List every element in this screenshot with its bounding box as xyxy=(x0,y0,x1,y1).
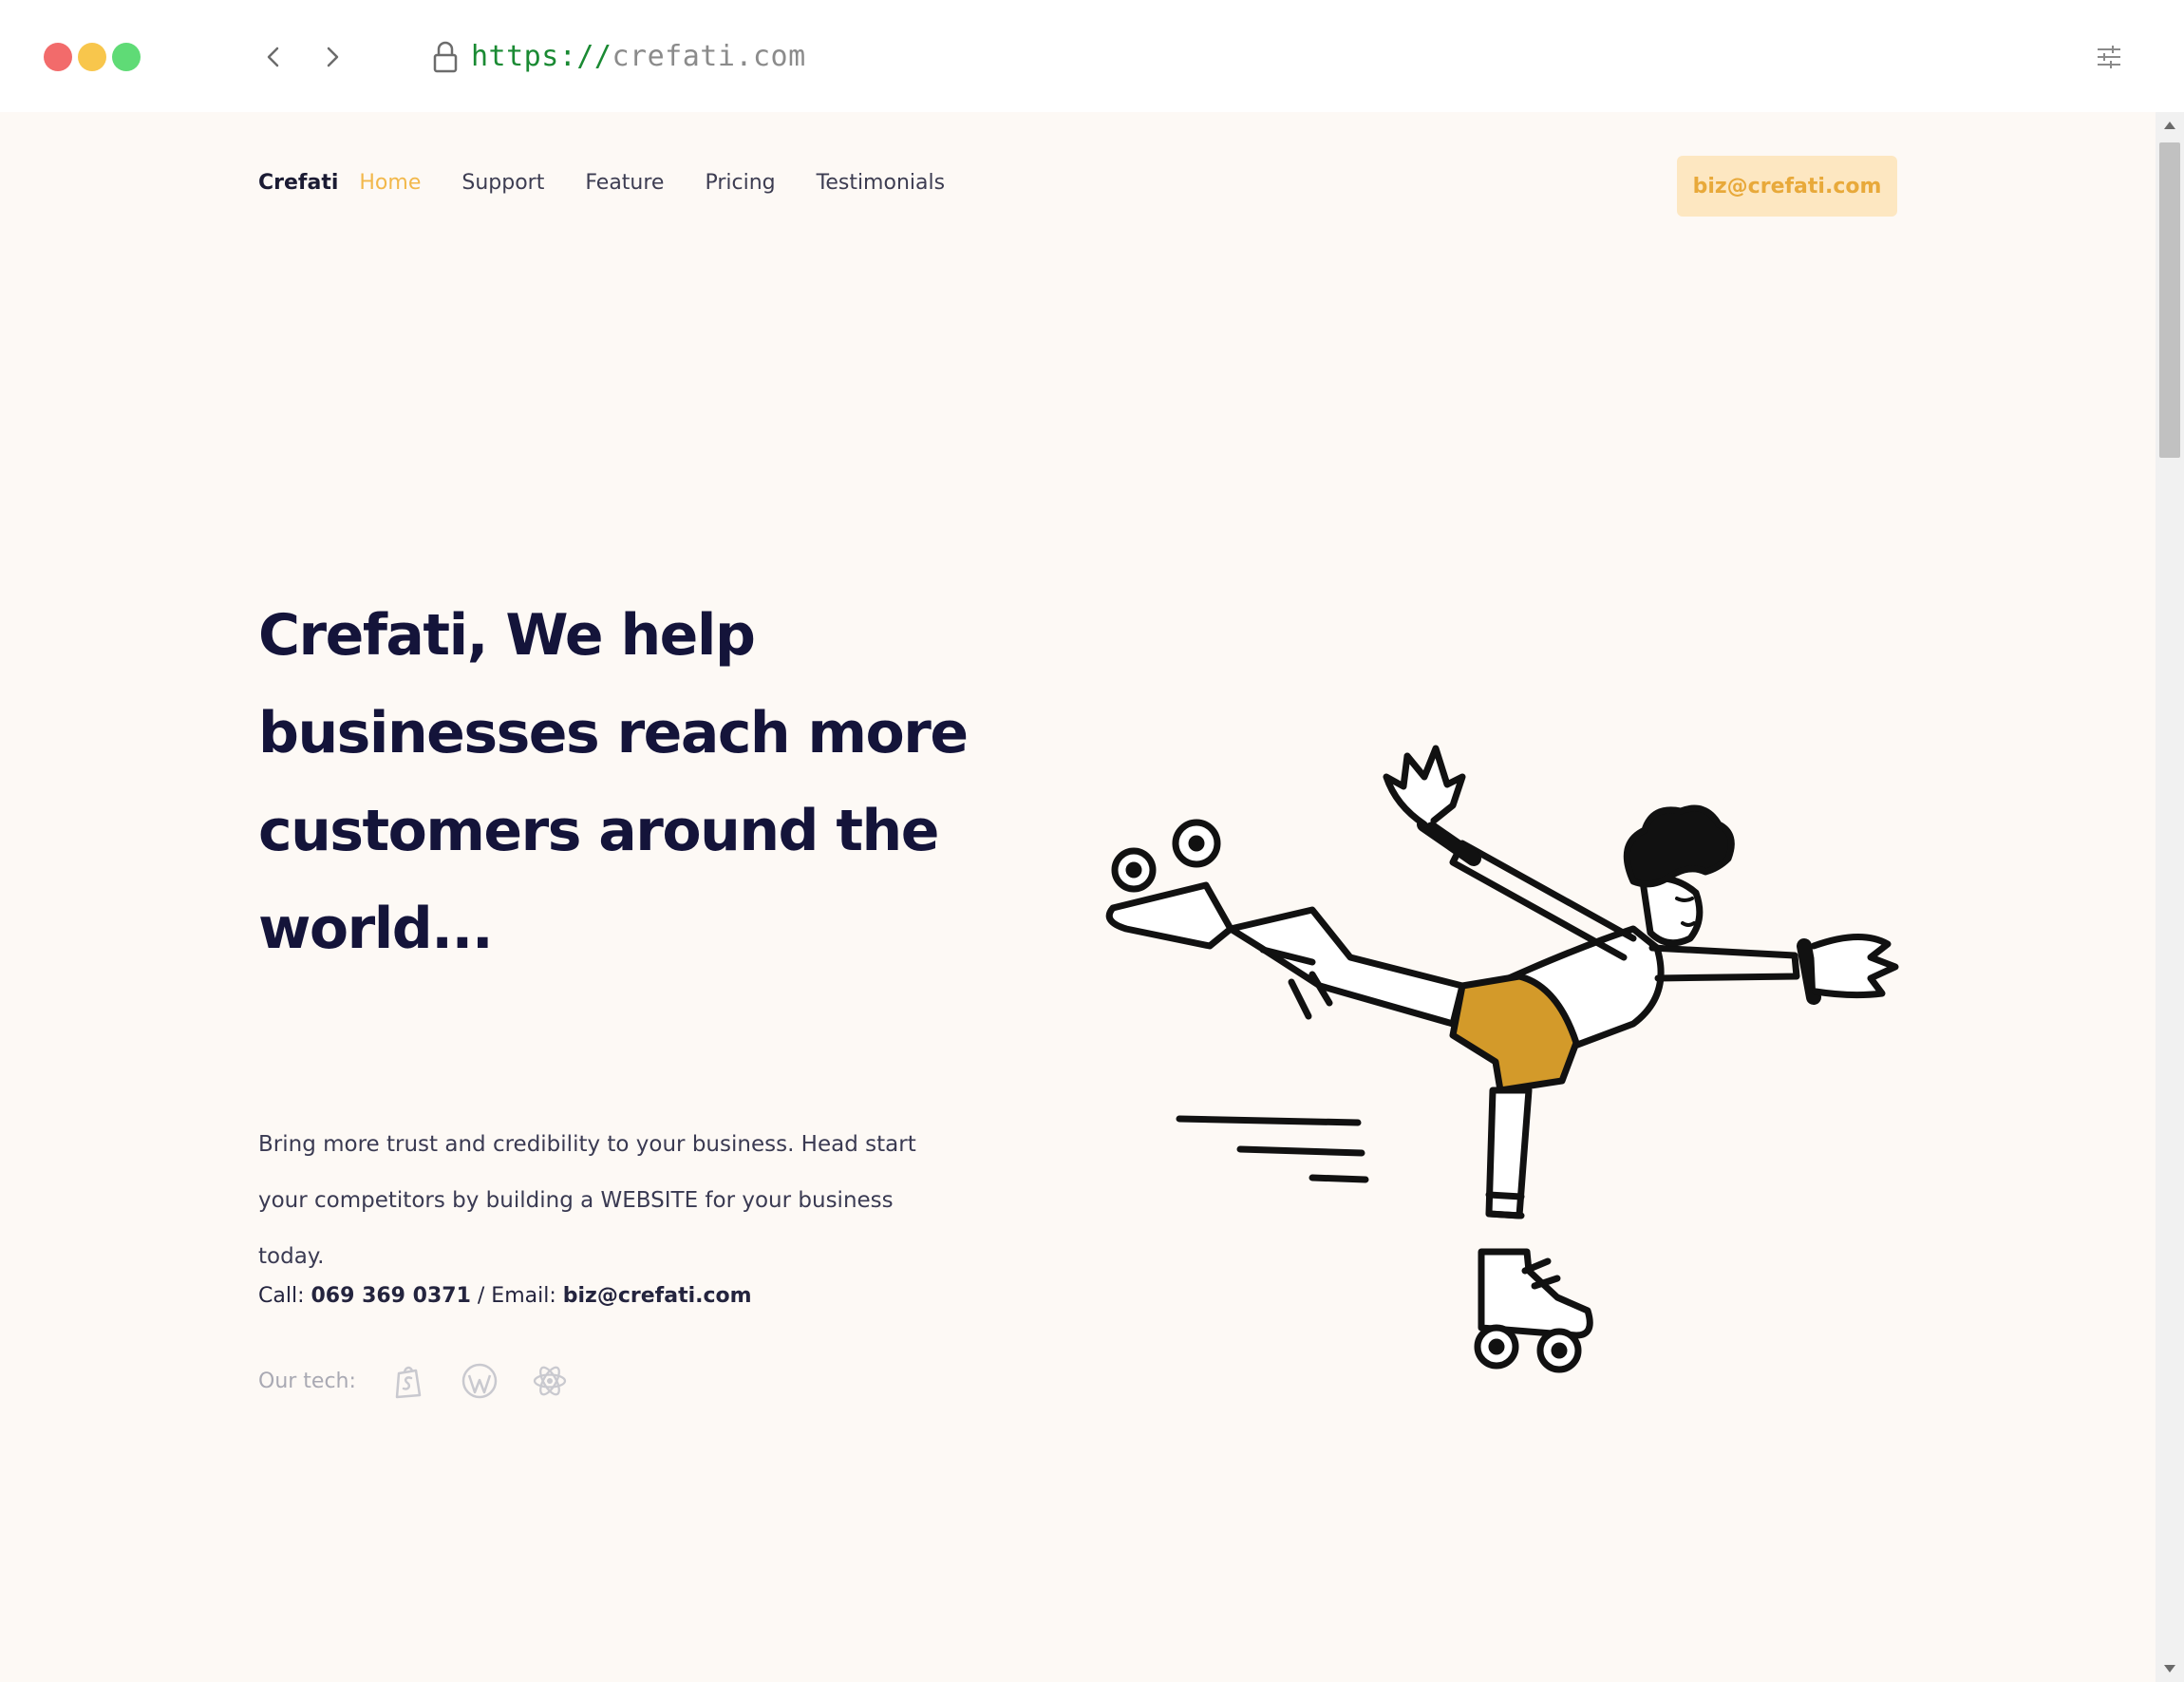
phone-number[interactable]: 069 369 0371 xyxy=(311,1284,470,1308)
forward-arrow-icon[interactable] xyxy=(315,40,349,74)
scrollbar-thumb[interactable] xyxy=(2159,142,2180,458)
browser-chrome: https://crefati.com xyxy=(0,0,2184,112)
lock-icon xyxy=(433,41,458,73)
nav-link-testimonials[interactable]: Testimonials xyxy=(817,171,945,195)
nav-link-pricing[interactable]: Pricing xyxy=(705,171,775,195)
call-label: Call: xyxy=(258,1284,305,1308)
close-window-button[interactable] xyxy=(44,43,72,71)
url-scheme: https:// xyxy=(471,40,612,73)
nav-link-home[interactable]: Home xyxy=(359,171,421,195)
wordpress-icon xyxy=(461,1363,498,1399)
nav-link-feature[interactable]: Feature xyxy=(585,171,664,195)
scroll-down-arrow-icon[interactable] xyxy=(2164,1665,2175,1673)
settings-sliders-icon[interactable] xyxy=(2095,44,2123,70)
tech-stack-row: Our tech: xyxy=(258,1362,569,1400)
contact-email[interactable]: biz@crefati.com xyxy=(563,1284,752,1308)
brand-logo-text[interactable]: Crefati xyxy=(258,171,338,195)
email-separator: / Email: xyxy=(477,1284,556,1308)
nav-link-support[interactable]: Support xyxy=(461,171,544,195)
roller-skater-illustration xyxy=(1105,745,1899,1373)
address-bar[interactable]: https://crefati.com xyxy=(471,38,806,76)
vertical-scrollbar[interactable] xyxy=(2156,112,2184,1682)
back-arrow-icon[interactable] xyxy=(256,40,291,74)
email-cta-button[interactable]: biz@crefati.com xyxy=(1677,156,1897,217)
shopify-icon xyxy=(395,1366,422,1399)
hero-description: Bring more trust and credibility to your… xyxy=(258,1132,916,1269)
site-nav: Crefati Home Support Feature Pricing Tes… xyxy=(258,171,986,195)
page-viewport: Crefati Home Support Feature Pricing Tes… xyxy=(0,112,2156,1682)
react-icon xyxy=(533,1366,567,1396)
hero-title: Crefati, We help businesses reach more c… xyxy=(258,602,969,962)
contact-line: Call: 069 369 0371 / Email: biz@crefati.… xyxy=(258,1284,752,1308)
minimize-window-button[interactable] xyxy=(78,43,106,71)
tech-label: Our tech: xyxy=(258,1369,356,1393)
url-host: crefati.com xyxy=(612,40,806,73)
maximize-window-button[interactable] xyxy=(112,43,141,71)
scroll-up-arrow-icon[interactable] xyxy=(2164,122,2175,129)
